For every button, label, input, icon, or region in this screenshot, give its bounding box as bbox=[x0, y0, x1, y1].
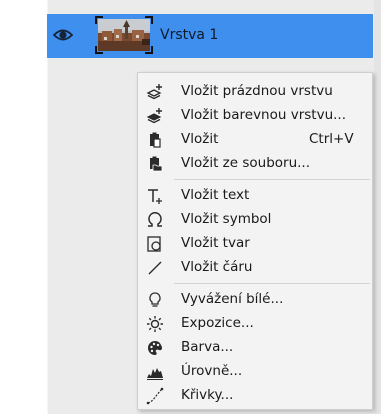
menu-separator bbox=[174, 283, 370, 284]
menu-shortcut: Ctrl+V bbox=[309, 131, 354, 147]
menu-label: Vložit barevnou vrstvu... bbox=[181, 107, 347, 123]
sun-icon bbox=[146, 315, 164, 333]
clipboard-icon bbox=[146, 131, 164, 149]
panel-divider bbox=[47, 0, 48, 414]
omega-icon bbox=[146, 211, 164, 229]
menu-label: Expozice... bbox=[181, 315, 254, 331]
menu-label: Vložit prázdnou vrstvu bbox=[181, 83, 333, 99]
layer-row[interactable]: Vrstva 1 bbox=[47, 14, 373, 58]
menu-item-insert-from-file[interactable]: Vložit ze souboru... bbox=[138, 152, 372, 176]
menu-label: Vložit tvar bbox=[181, 235, 250, 251]
context-menu: Vložit prázdnou vrstvu Vložit barevnou v… bbox=[137, 72, 373, 410]
text-icon bbox=[146, 187, 164, 205]
folder-paste-icon bbox=[146, 155, 164, 173]
menu-item-exposure[interactable]: Expozice... bbox=[138, 312, 372, 336]
menu-item-insert-color-layer[interactable]: Vložit barevnou vrstvu... bbox=[138, 104, 372, 128]
menu-item-insert-empty-layer[interactable]: Vložit prázdnou vrstvu bbox=[138, 80, 372, 104]
menu-item-color[interactable]: Barva... bbox=[138, 336, 372, 360]
layer-name[interactable]: Vrstva 1 bbox=[160, 27, 218, 43]
menu-separator bbox=[174, 179, 370, 180]
menu-item-insert-line[interactable]: Vložit čáru bbox=[138, 256, 372, 280]
menu-item-insert-text[interactable]: Vložit text bbox=[138, 184, 372, 208]
menu-item-curves[interactable]: Křivky... bbox=[138, 384, 372, 408]
menu-item-paste[interactable]: Vložit Ctrl+V bbox=[138, 128, 372, 152]
curve-icon bbox=[146, 387, 164, 405]
menu-label: Vložit čáru bbox=[181, 259, 253, 275]
menu-label: Vložit text bbox=[181, 187, 250, 203]
color-layer-add-icon bbox=[146, 107, 164, 125]
histogram-icon bbox=[146, 363, 164, 381]
lightbulb-icon bbox=[146, 291, 164, 309]
shape-icon bbox=[146, 235, 164, 253]
menu-item-levels[interactable]: Úrovně... bbox=[138, 360, 372, 384]
menu-label: Úrovně... bbox=[181, 363, 243, 379]
layer-thumbnail-frame[interactable] bbox=[95, 16, 153, 54]
menu-label: Vložit ze souboru... bbox=[181, 155, 311, 171]
eye-icon[interactable] bbox=[53, 28, 73, 42]
menu-item-white-balance[interactable]: Vyvážení bílé... bbox=[138, 288, 372, 312]
menu-item-insert-shape[interactable]: Vložit tvar bbox=[138, 232, 372, 256]
palette-icon bbox=[146, 339, 164, 357]
menu-label: Vyvážení bílé... bbox=[181, 291, 284, 307]
scrollbar[interactable] bbox=[374, 0, 381, 414]
menu-label: Vložit symbol bbox=[181, 211, 272, 227]
menu-label: Křivky... bbox=[181, 387, 234, 403]
menu-label: Vložit bbox=[181, 131, 219, 147]
line-icon bbox=[146, 259, 164, 277]
menu-label: Barva... bbox=[181, 339, 234, 355]
layer-add-icon bbox=[146, 83, 164, 101]
menu-item-insert-symbol[interactable]: Vložit symbol bbox=[138, 208, 372, 232]
layer-thumbnail bbox=[98, 19, 150, 51]
